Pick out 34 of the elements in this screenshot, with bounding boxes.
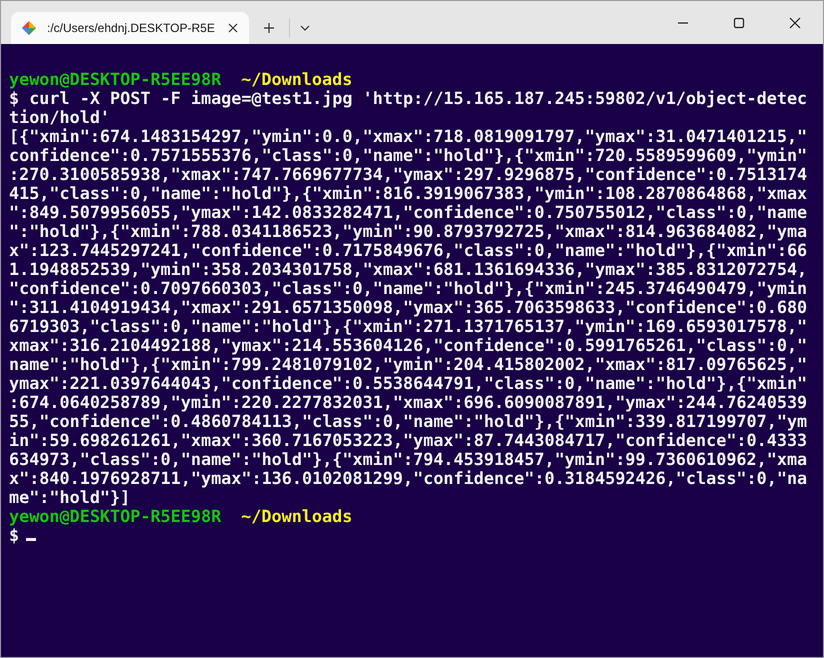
- output-line: 55,"confidence":0.4860784113,"class":0,"name":"hold"},{"xmin":339.817199707,"ym: [9, 412, 808, 431]
- output-line: :270.3100585938,"xmax":747.7669677734,"ymax":297.9296875,"confidence":0.7513174: [9, 165, 808, 184]
- prompt-user: yewon@DESKTOP-R5EE98R: [9, 70, 222, 89]
- output-line: me":"hold"}]: [9, 488, 130, 507]
- output-line: ":"hold"},{"xmin":788.0341186523,"ymin":90.8793792725,"xmax":814.963684082,"yma: [9, 222, 808, 241]
- output-line: ":849.5079956055,"ymax":142.0833282471,"confidence":0.750755012,"class":0,"name: [9, 203, 808, 222]
- output-line: in":59.698261261,"xmax":360.7167053223,"ymax":87.7443084717,"confidence":0.4333: [9, 431, 808, 450]
- diamond-icon: [21, 20, 37, 36]
- prompt-symbol: $: [9, 526, 20, 545]
- close-icon[interactable]: [227, 22, 239, 34]
- output-line: "confidence":0.7097660303,"class":0,"name":"hold"},{"xmin":245.3746490479,"ymin: [9, 279, 808, 298]
- output-line: ymax":221.0397644043,"confidence":0.5538644791,"class":0,"name":"hold"},{"xmin": [9, 374, 808, 393]
- output-line: $ curl -X POST -F image=@test1.jpg 'http://15.165.187.245:59802/v1/object-detec: [9, 89, 808, 108]
- output-line: tion/hold': [9, 108, 110, 127]
- output-line: x":840.1976928711,"ymax":136.0102081299,"confidence":0.3184592426,"class":0,"na: [9, 469, 808, 488]
- output-line: name":"hold"},{"xmin":799.2481079102,"ymin":204.415802002,"xmax":817.09765625,": [9, 355, 808, 374]
- output-line: xmax":316.2104492188,"ymax":214.553604126,"confidence":0.5991765261,"class":0,": [9, 336, 808, 355]
- output-line: :674.0640258789,"ymin":220.2277832031,"xmax":696.6090087891,"ymax":244.76240539: [9, 393, 808, 412]
- output-line: ":311.4104919434,"xmax":291.6571350098,"ymax":365.7063598633,"confidence":0.680: [9, 298, 808, 317]
- close-icon[interactable]: [789, 16, 801, 28]
- prompt-path: ~/Downloads: [241, 507, 352, 526]
- output-line: confidence":0.7571555376,"class":0,"name":"hold"},{"xmin":720.5589599609,"ymin": [9, 146, 808, 165]
- output-line: 6719303,"class":0,"name":"hold"},{"xmin":271.1371765137,"ymin":169.6593017578,": [9, 317, 808, 336]
- prompt-path: ~/Downloads: [241, 70, 352, 89]
- output-line: 634973,"class":0,"name":"hold"},{"xmin":794.453918457,"ymin":99.7360610962,"xma: [9, 450, 808, 469]
- prompt-user: yewon@DESKTOP-R5EE98R: [9, 507, 222, 526]
- output-line: [{"xmin":674.1483154297,"ymin":0.0,"xmax":718.0819091797,"ymax":31.0471401215,": [9, 127, 808, 146]
- plus-icon[interactable]: [263, 22, 275, 34]
- terminal-tab[interactable]: :/c/Users/ehdnj.DESKTOP-R5E: [11, 12, 249, 44]
- output-line: 1.1948852539,"ymin":358.2034301758,"xmax":681.1361694336,"ymax":385.8312072754,: [9, 260, 808, 279]
- output-line: 415,"class":0,"name":"hold"},{"xmin":816.3919067383,"ymin":108.2870864868,"xmax: [9, 184, 808, 203]
- output-line: x":123.7445297241,"confidence":0.7175849676,"class":0,"name":"hold"},{"xmin":66: [9, 241, 808, 260]
- tab-title: :/c/Users/ehdnj.DESKTOP-R5E: [47, 21, 216, 35]
- maximize-icon[interactable]: [733, 16, 745, 28]
